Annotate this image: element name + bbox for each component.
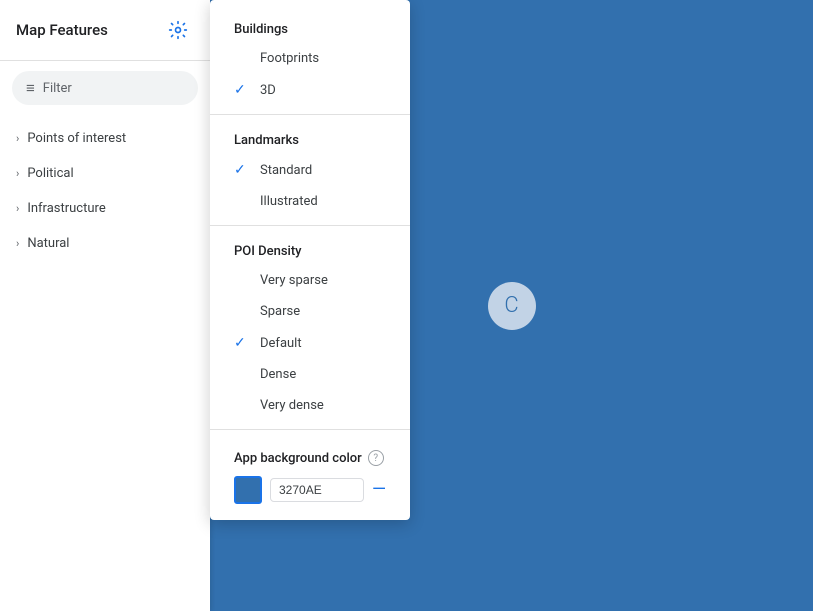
divider-1 (210, 114, 410, 115)
check-icon: ✓ (234, 82, 250, 98)
illustrated-option[interactable]: Illustrated (210, 186, 410, 217)
filter-bar[interactable]: ≡ Filter (12, 71, 198, 105)
default-option[interactable]: ✓ Default (210, 327, 410, 359)
check-icon: ✓ (234, 162, 250, 178)
sparse-label: Sparse (260, 304, 300, 319)
footprints-label: Footprints (260, 51, 319, 66)
filter-label: Filter (43, 81, 72, 96)
sparse-option[interactable]: Sparse (210, 296, 410, 327)
chevron-icon: › (16, 202, 19, 215)
buildings-section-title: Buildings (210, 12, 410, 43)
very-dense-option[interactable]: Very dense (210, 390, 410, 421)
help-icon[interactable]: ? (368, 450, 384, 466)
divider-3 (210, 429, 410, 430)
sidebar-header: Map Features (0, 0, 210, 61)
dropdown-panel: Buildings Footprints ✓ 3D Landmarks ✓ St… (210, 0, 410, 520)
color-row: — (234, 476, 386, 504)
very-dense-label: Very dense (260, 398, 324, 413)
3d-label: 3D (260, 83, 276, 98)
chevron-icon: › (16, 167, 19, 180)
chevron-icon: › (16, 237, 19, 250)
app-bg-color-label: App background color (234, 451, 362, 466)
nav-items: › Points of interest › Political › Infra… (0, 115, 210, 267)
landmarks-section-title: Landmarks (210, 123, 410, 154)
chevron-icon: › (16, 132, 19, 145)
color-section-header: App background color ? (234, 450, 386, 466)
gear-button[interactable] (162, 14, 194, 46)
filter-lines-icon: ≡ (26, 79, 35, 97)
loading-icon: C (504, 293, 518, 318)
very-sparse-option[interactable]: Very sparse (210, 265, 410, 296)
color-clear-button[interactable]: — (372, 481, 386, 499)
app-bg-color-section: App background color ? — (210, 438, 410, 504)
sidebar-item-natural[interactable]: › Natural (0, 226, 210, 261)
sidebar-title: Map Features (16, 21, 108, 39)
nav-item-label: Natural (27, 236, 69, 251)
3d-option[interactable]: ✓ 3D (210, 74, 410, 106)
nav-item-label: Political (27, 166, 73, 181)
nav-item-label: Points of interest (27, 131, 126, 146)
footprints-option[interactable]: Footprints (210, 43, 410, 74)
poi-density-section-title: POI Density (210, 234, 410, 265)
map-loading-indicator: C (488, 282, 536, 330)
standard-option[interactable]: ✓ Standard (210, 154, 410, 186)
very-sparse-label: Very sparse (260, 273, 328, 288)
default-label: Default (260, 336, 302, 351)
standard-label: Standard (260, 163, 312, 178)
sidebar-item-infrastructure[interactable]: › Infrastructure (0, 191, 210, 226)
dense-label: Dense (260, 367, 296, 382)
check-icon: ✓ (234, 335, 250, 351)
divider-2 (210, 225, 410, 226)
sidebar: Map Features ≡ Filter › Points of intere… (0, 0, 210, 611)
color-swatch[interactable] (234, 476, 262, 504)
sidebar-item-political[interactable]: › Political (0, 156, 210, 191)
color-input[interactable] (270, 478, 364, 502)
dense-option[interactable]: Dense (210, 359, 410, 390)
nav-item-label: Infrastructure (27, 201, 105, 216)
sidebar-item-poi[interactable]: › Points of interest (0, 121, 210, 156)
illustrated-label: Illustrated (260, 194, 318, 209)
gear-icon (168, 20, 188, 40)
